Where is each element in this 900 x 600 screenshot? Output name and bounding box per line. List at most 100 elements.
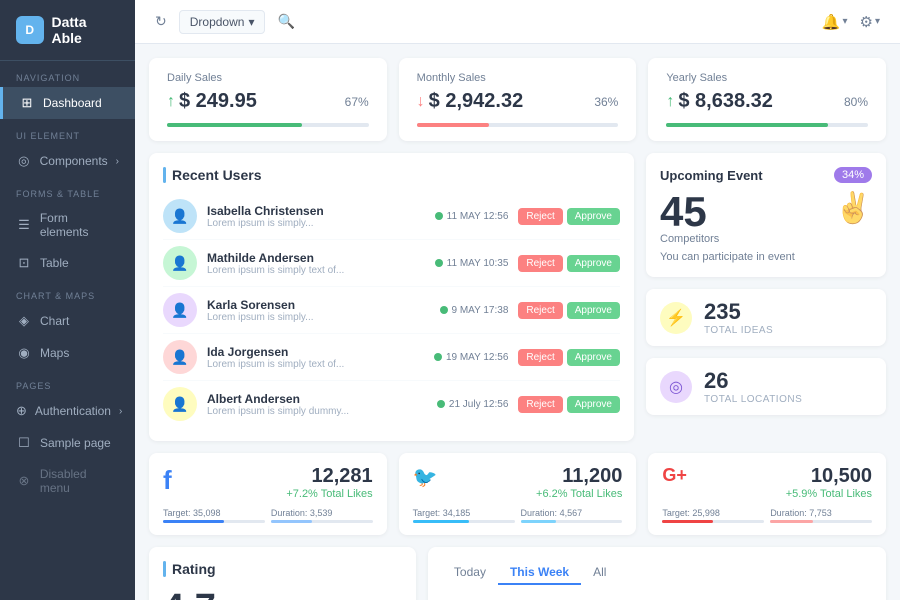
reject-button[interactable]: Reject <box>518 208 562 225</box>
sidebar-item-maps[interactable]: ◉ Maps <box>0 337 135 369</box>
stat-value-row: ↑ $ 249.95 67% <box>167 90 369 113</box>
user-menu-button[interactable]: ⚙ ▾ <box>860 13 880 31</box>
dropdown-label: Dropdown <box>190 15 245 29</box>
approve-button[interactable]: Approve <box>567 349 620 366</box>
social-likes: +7.2% Total Likes <box>286 488 372 500</box>
stat-bar <box>666 123 868 127</box>
event-badge: 34% <box>834 167 872 183</box>
social-values: 12,281 +7.2% Total Likes <box>286 465 372 500</box>
table-row: 👤 Albert Andersen Lorem ipsum is simply … <box>163 381 620 427</box>
sidebar-item-form-elements[interactable]: ☰ Form elements <box>0 203 135 247</box>
table-row: 👤 Karla Sorensen Lorem ipsum is simply..… <box>163 287 620 334</box>
event-icon: ✌️ <box>835 191 872 226</box>
stat-card-yearly: Yearly Sales ↑ $ 8,638.32 80% <box>648 58 886 141</box>
stat-bar-fill <box>417 123 490 127</box>
activity-card: Today This Week All User Activity Time S… <box>428 547 886 600</box>
forms-section-label: FORMS & TABLE <box>0 177 135 203</box>
event-body: 45 Competitors You can participate in ev… <box>660 191 795 263</box>
sidebar-item-label: Authentication <box>35 404 111 418</box>
social-bar <box>413 520 515 523</box>
bottom-row: Rating 4.7 ★ 0.4 ▲ Today This Week All U… <box>149 547 886 600</box>
user-date: 21 July 12:56 <box>437 399 509 410</box>
user-name: Ida Jorgensen <box>207 345 434 359</box>
social-bar <box>271 520 373 523</box>
approve-button[interactable]: Approve <box>567 302 620 319</box>
dropdown-button[interactable]: Dropdown ▾ <box>179 10 266 34</box>
refresh-icon[interactable]: ↻ <box>155 13 167 30</box>
social-values: 10,500 +5.9% Total Likes <box>786 465 872 500</box>
tab-this-week[interactable]: This Week <box>498 561 581 585</box>
social-target-group: Target: 34,185 <box>413 508 515 523</box>
mini-stat-ideas: ⚡ 235 Total Ideas <box>646 289 886 346</box>
social-bar-label: Target: 35,098 <box>163 508 265 518</box>
avatar: 👤 <box>163 199 197 233</box>
tab-all[interactable]: All <box>581 561 618 585</box>
location-icon: ◎ <box>660 371 692 403</box>
arrow-down-icon: ↓ <box>417 93 425 111</box>
recent-users-card: Recent Users 👤 Isabella Christensen Lore… <box>149 153 634 441</box>
social-value: 10,500 <box>786 465 872 488</box>
nav-section-label: NAVIGATION <box>0 61 135 87</box>
stat-bar-fill <box>167 123 302 127</box>
sidebar-item-label: Table <box>40 256 69 270</box>
reject-button[interactable]: Reject <box>518 255 562 272</box>
bell-button[interactable]: 🔔 ▾ <box>822 13 848 31</box>
tab-today[interactable]: Today <box>442 561 498 585</box>
tabs-row: Today This Week All <box>442 561 872 585</box>
twitter-icon: 🐦 <box>413 465 438 490</box>
event-card: Upcoming Event 34% 45 Competitors You ca… <box>646 153 886 277</box>
social-bar-label: Target: 25,998 <box>662 508 764 518</box>
stat-percent: 67% <box>345 95 369 109</box>
main-content: ↻ Dropdown ▾ 🔍 🔔 ▾ ⚙ ▾ Daily Sales ↑ $ 2… <box>135 0 900 600</box>
event-desc: You can participate in event <box>660 251 795 263</box>
sidebar-item-sample-page[interactable]: ☐ Sample page <box>0 427 135 459</box>
sidebar-item-dashboard[interactable]: ⊞ Dashboard <box>0 87 135 119</box>
chevron-right-icon: › <box>116 156 119 167</box>
event-sub: Competitors <box>660 233 795 245</box>
stats-row: Daily Sales ↑ $ 249.95 67% Monthly Sales… <box>149 58 886 141</box>
sidebar: D Datta Able NAVIGATION ⊞ Dashboard UI E… <box>0 0 135 600</box>
event-number: 45 <box>660 191 795 233</box>
status-dot <box>440 306 448 314</box>
disabled-icon: ⊗ <box>16 473 32 489</box>
chevron-right-icon: › <box>119 406 122 417</box>
sidebar-item-authentication[interactable]: ⊕ Authentication › <box>0 395 135 427</box>
auth-icon: ⊕ <box>16 403 27 419</box>
user-info: Isabella Christensen Lorem ipsum is simp… <box>207 204 435 229</box>
reject-button[interactable]: Reject <box>518 302 562 319</box>
sidebar-item-label: Form elements <box>40 211 119 239</box>
stat-label: Daily Sales <box>167 72 369 84</box>
mini-stat-label: Total Ideas <box>704 325 773 336</box>
approve-button[interactable]: Approve <box>567 255 620 272</box>
sidebar-item-disabled-menu: ⊗ Disabled menu <box>0 459 135 503</box>
user-info: Ida Jorgensen Lorem ipsum is simply text… <box>207 345 434 370</box>
user-name: Albert Andersen <box>207 392 437 406</box>
form-icon: ☰ <box>16 217 32 233</box>
social-duration-group: Duration: 4,567 <box>521 508 623 523</box>
reject-button[interactable]: Reject <box>518 349 562 366</box>
search-icon[interactable]: 🔍 <box>277 13 294 30</box>
status-dot <box>435 259 443 267</box>
user-info: Karla Sorensen Lorem ipsum is simply... <box>207 298 440 323</box>
social-bar-label: Duration: 4,567 <box>521 508 623 518</box>
sidebar-item-components[interactable]: ◎ Components › <box>0 145 135 177</box>
approve-button[interactable]: Approve <box>567 208 620 225</box>
sidebar-item-label: Dashboard <box>43 96 102 110</box>
table-icon: ⊡ <box>16 255 32 271</box>
sidebar-item-table[interactable]: ⊡ Table <box>0 247 135 279</box>
reject-button[interactable]: Reject <box>518 396 562 413</box>
social-bar-row: Target: 34,185 Duration: 4,567 <box>413 508 623 523</box>
approve-button[interactable]: Approve <box>567 396 620 413</box>
user-desc: Lorem ipsum is simply... <box>207 312 440 323</box>
social-card-facebook: f 12,281 +7.2% Total Likes Target: 35,09… <box>149 453 387 535</box>
table-row: 👤 Isabella Christensen Lorem ipsum is si… <box>163 193 620 240</box>
status-dot <box>435 212 443 220</box>
social-target-group: Target: 25,998 <box>662 508 764 523</box>
event-header: Upcoming Event 34% <box>660 167 872 183</box>
status-dot <box>437 400 445 408</box>
sidebar-item-chart[interactable]: ◈ Chart <box>0 305 135 337</box>
stat-card-monthly: Monthly Sales ↓ $ 2,942.32 36% <box>399 58 637 141</box>
mini-stat-number: 26 <box>704 368 802 394</box>
logo-text: Datta Able <box>52 14 120 46</box>
social-row: f 12,281 +7.2% Total Likes Target: 35,09… <box>149 453 886 535</box>
